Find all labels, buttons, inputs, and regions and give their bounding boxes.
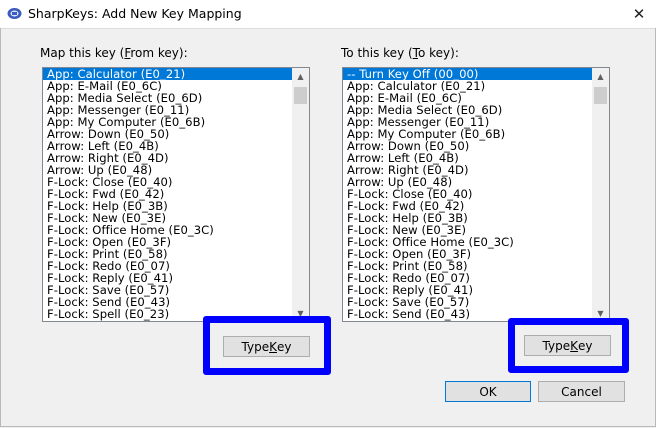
to-type-key-button[interactable]: Type Key [524, 335, 611, 356]
to-key-label: To this key (To key): [341, 46, 459, 60]
from-type-key-button[interactable]: Type Key [223, 336, 310, 357]
to-key-items: -- Turn Key Off (00_00) App: Calculator (… [343, 68, 592, 320]
close-icon[interactable]: ✕ [624, 2, 654, 26]
scroll-up-arrow-icon[interactable]: ▲ [592, 68, 609, 84]
to-key-listbox[interactable]: -- Turn Key Off (00_00) App: Calculator (… [342, 67, 610, 322]
from-scrollbar[interactable]: ▲ ▼ [292, 68, 309, 321]
title-bar: SharpKeys: Add New Key Mapping ✕ [0, 0, 656, 29]
ok-button[interactable]: OK [445, 381, 531, 402]
from-key-items: App: Calculator (E0_21) App: E-Mail (E0_6… [43, 68, 292, 320]
from-key-listbox[interactable]: App: Calculator (E0_21) App: E-Mail (E0_6… [42, 67, 310, 322]
to-scrollbar[interactable]: ▲ ▼ [592, 68, 609, 321]
cancel-button[interactable]: Cancel [538, 381, 625, 402]
window-title: SharpKeys: Add New Key Mapping [28, 6, 242, 21]
scroll-up-arrow-icon[interactable]: ▲ [292, 68, 309, 84]
scroll-thumb[interactable] [294, 87, 307, 104]
from-key-label: Map this key (From key): [40, 46, 188, 60]
scroll-thumb[interactable] [594, 87, 607, 104]
sharpkeys-app-icon [7, 8, 22, 19]
